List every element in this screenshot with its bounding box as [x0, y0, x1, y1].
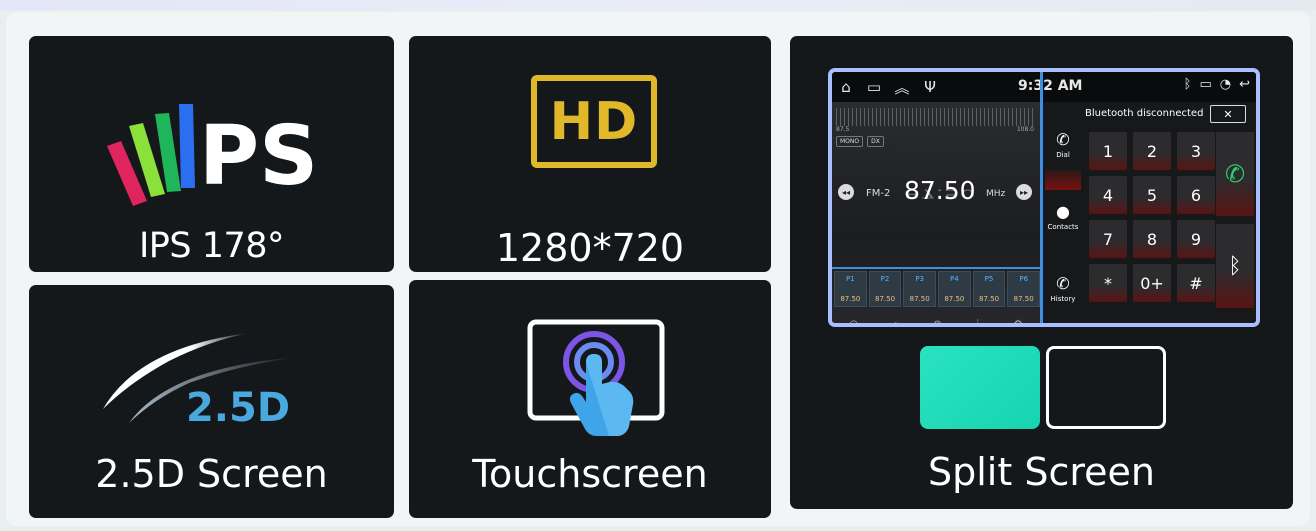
- preset-button[interactable]: P3 87.50: [903, 271, 937, 307]
- key-6[interactable]: 6: [1177, 176, 1215, 214]
- bluetooth-icon: ᛒ: [1183, 77, 1192, 92]
- status-time: 9:32 AM: [1018, 78, 1083, 94]
- key-3[interactable]: 3: [1177, 132, 1215, 170]
- preset-freq: 87.50: [1013, 295, 1034, 303]
- d25-feature-card: 2.5D 2.5D Screen: [29, 285, 394, 518]
- preset-freq: 87.50: [909, 295, 930, 303]
- ips-feature-card: PS IPS 178°: [29, 36, 394, 272]
- key-hash[interactable]: #: [1177, 264, 1215, 302]
- split-left-pane-icon: [920, 346, 1040, 429]
- ips-logo-text: PS: [199, 109, 318, 204]
- bluetooth-status: Bluetooth disconnected: [1085, 108, 1204, 119]
- scan-icon[interactable]: ⊛: [933, 319, 941, 324]
- person-icon: ●: [1056, 202, 1070, 221]
- split-screen-label: Split Screen: [928, 450, 1155, 494]
- mono-chip[interactable]: MONO: [836, 136, 864, 147]
- preset-list: P1 87.50 P2 87.50 P3 87.50 P4 87.50 P5 87.50 …: [834, 271, 1041, 307]
- split-screen-feature-card: ⌂ ▭ ︽ Ψ 9:32 AM ᛒ ▭ ◔ ↩ 87.5 108.0 MONO …: [790, 36, 1293, 509]
- gear-icon[interactable]: ⚙: [1014, 319, 1023, 324]
- key-0-plus[interactable]: 0+: [1133, 264, 1171, 302]
- radio-toolbar: ◠ ⌕ ⊛ ⫶ ⚙: [832, 314, 1040, 324]
- tuner-start: 87.5: [836, 126, 850, 133]
- radio-panel: 87.5 108.0 MONO DX ◂◂ FM-2 87.50 87.50 M…: [832, 102, 1041, 324]
- side-item-contacts[interactable]: ● Contacts: [1043, 202, 1083, 231]
- preset-name: P5: [984, 275, 994, 283]
- side-item-dial[interactable]: ✆ Dial: [1043, 130, 1083, 159]
- side-highlight: [1045, 170, 1081, 190]
- dial-keypad: 1 2 3 4 5 6 7 8 9 * 0+ #: [1089, 132, 1215, 302]
- preset-freq: 87.50: [840, 295, 861, 303]
- touch-gesture-icon: [527, 319, 665, 436]
- side-item-label: Dial: [1056, 151, 1070, 159]
- top-gradient-band: [0, 0, 1316, 10]
- band-label: FM-2: [866, 188, 891, 199]
- search-icon[interactable]: ⌕: [893, 319, 899, 324]
- frequency-reflection: 87.50: [904, 186, 976, 202]
- back-icon: ↩: [1239, 77, 1250, 92]
- key-8[interactable]: 8: [1133, 220, 1171, 258]
- d25-badge-text: 2.5D: [185, 385, 291, 431]
- split-screen-preview: ⌂ ▭ ︽ Ψ 9:32 AM ᛒ ▭ ◔ ↩ 87.5 108.0 MONO …: [828, 68, 1260, 327]
- rss-icon[interactable]: ◠: [849, 319, 858, 324]
- preset-name: P4: [950, 275, 959, 283]
- bluetooth-settings-button[interactable]: ᛒ: [1216, 224, 1254, 308]
- hd-badge-text: HD: [549, 91, 639, 152]
- touchscreen-feature-card: Touchscreen: [409, 280, 771, 518]
- hd-feature-card: HD 1280*720: [409, 36, 771, 272]
- usb-icon: Ψ: [924, 78, 936, 96]
- tuner-scale: [836, 108, 1034, 126]
- split-right-pane-icon: [1046, 346, 1166, 429]
- tuner-end: 108.0: [1016, 126, 1034, 133]
- preset-name: P1: [845, 275, 855, 283]
- equalizer-icon[interactable]: ⫶: [976, 319, 979, 324]
- seek-back-icon[interactable]: ◂◂: [838, 184, 854, 200]
- unit-label: MHz: [986, 189, 1006, 199]
- window-icon: ▭: [866, 78, 882, 96]
- key-star[interactable]: *: [1089, 264, 1127, 302]
- call-icon: ✆: [1224, 160, 1246, 188]
- radio-divider: [832, 267, 1040, 269]
- hd-badge-icon: HD: [531, 75, 657, 168]
- preset-button[interactable]: P6 87.50: [1007, 271, 1041, 307]
- phone-icon: ✆: [1056, 130, 1070, 149]
- d25-label: 2.5D Screen: [95, 452, 328, 496]
- delete-icon[interactable]: ✕: [1210, 105, 1246, 123]
- chevron-up-double-icon: ︽: [894, 78, 910, 97]
- preset-button[interactable]: P5 87.50: [972, 271, 1006, 307]
- bluetooth-settings-icon: ᛒ: [1228, 253, 1242, 279]
- preset-freq: 87.50: [944, 295, 965, 303]
- ips-label: IPS 178°: [138, 226, 285, 266]
- side-item-label: Contacts: [1047, 223, 1079, 231]
- preset-freq: 87.50: [874, 295, 896, 303]
- preset-name: P3: [915, 275, 925, 283]
- call-history-icon: ✆: [1056, 274, 1070, 293]
- side-item-label: History: [1050, 295, 1076, 303]
- call-button[interactable]: ✆: [1216, 132, 1254, 216]
- phone-panel: Bluetooth disconnected ✕ ✆ Dial ● Contac…: [1043, 102, 1256, 323]
- battery-icon: ▭: [1199, 77, 1212, 92]
- key-4[interactable]: 4: [1089, 176, 1127, 214]
- key-2[interactable]: 2: [1133, 132, 1171, 170]
- side-item-history[interactable]: ✆ History: [1043, 274, 1083, 303]
- wifi-icon: ◔: [1219, 77, 1232, 92]
- key-1[interactable]: 1: [1089, 132, 1127, 170]
- preset-name: P2: [880, 275, 890, 283]
- key-7[interactable]: 7: [1089, 220, 1127, 258]
- preset-name: P6: [1019, 275, 1029, 283]
- touchscreen-label: Touchscreen: [472, 452, 708, 496]
- home-icon: ⌂: [841, 78, 851, 96]
- frequency-row: ◂◂ FM-2 87.50 87.50 MHz ▸▸: [838, 172, 1034, 212]
- ips-logo-icon: PS: [107, 104, 318, 206]
- key-9[interactable]: 9: [1177, 220, 1215, 258]
- dx-chip[interactable]: DX: [867, 136, 884, 147]
- status-bar: ⌂ ▭ ︽ Ψ 9:32 AM ᛒ ▭ ◔ ↩: [832, 72, 1256, 102]
- preset-button[interactable]: P2 87.50: [868, 271, 902, 307]
- preset-button[interactable]: P1 87.50: [834, 271, 867, 307]
- preset-freq: 87.50: [979, 295, 1000, 303]
- key-5[interactable]: 5: [1133, 176, 1171, 214]
- resolution-label: 1280*720: [495, 226, 685, 270]
- preset-button[interactable]: P4 87.50: [938, 271, 971, 307]
- seek-forward-icon[interactable]: ▸▸: [1016, 184, 1032, 200]
